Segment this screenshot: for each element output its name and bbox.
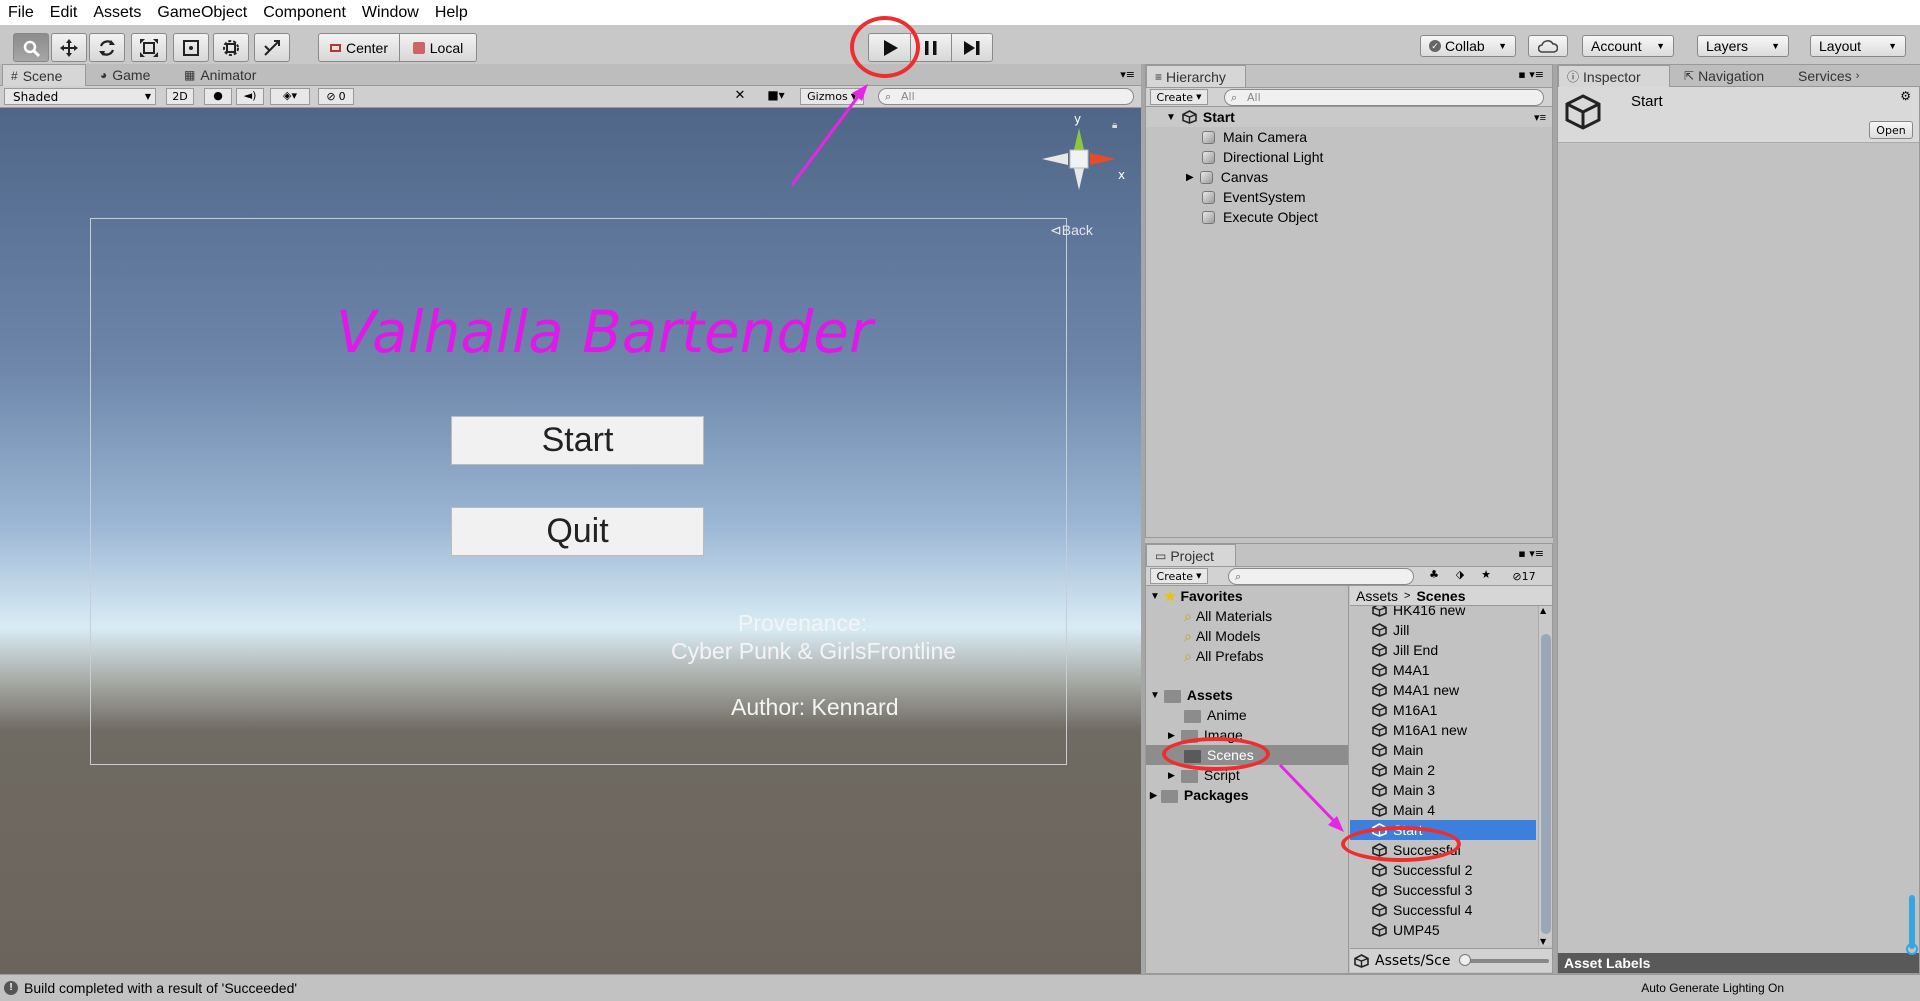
annotation-arrows	[790, 84, 1344, 832]
annotation-arrow-play	[790, 93, 862, 186]
annotation-arrow-start	[1278, 763, 1337, 824]
arrow-head-icon	[852, 84, 868, 101]
